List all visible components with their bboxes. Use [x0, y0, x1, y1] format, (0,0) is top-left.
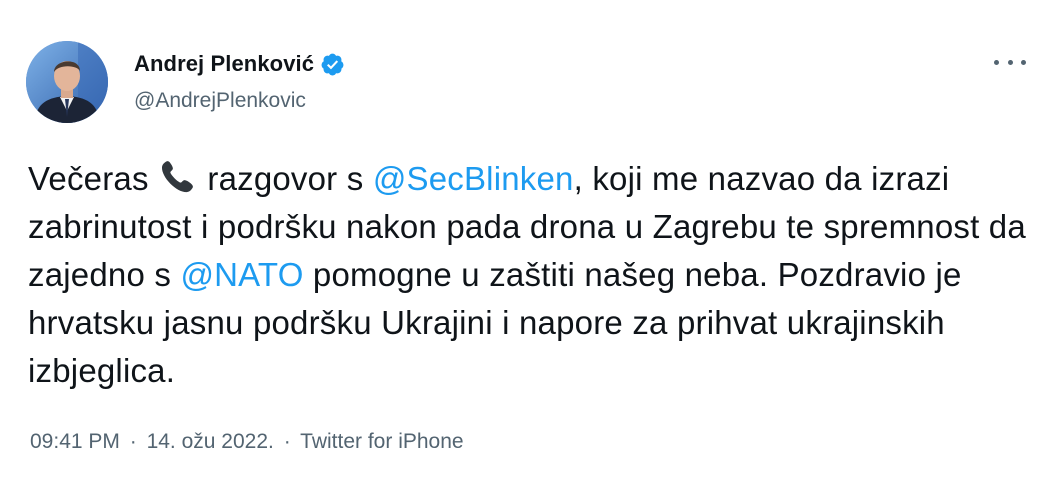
- tweet-text: Večeras razgovor s @SecBlinken, koji me …: [28, 155, 1038, 395]
- tweet-card: Andrej Plenković @AndrejPlenkovic Večera…: [0, 0, 1064, 500]
- profile-photo-icon: [26, 41, 108, 123]
- author-handle[interactable]: @AndrejPlenkovic: [134, 89, 345, 113]
- author-name-row: Andrej Plenković: [134, 48, 345, 80]
- tweet-text-segment: Večeras: [28, 160, 159, 197]
- author-block: Andrej Plenković @AndrejPlenkovic: [134, 48, 345, 113]
- tweet-date[interactable]: 14. ožu 2022.: [147, 430, 274, 453]
- verified-badge-icon: [320, 52, 345, 77]
- mention-link[interactable]: @SecBlinken: [373, 160, 574, 197]
- meta-separator: ·: [129, 430, 137, 453]
- avatar[interactable]: [26, 41, 108, 123]
- tweet-source[interactable]: Twitter for iPhone: [300, 430, 463, 453]
- author-name[interactable]: Andrej Plenković: [134, 51, 314, 77]
- more-dot-icon: [994, 59, 999, 65]
- tweet-time[interactable]: 09:41 PM: [30, 430, 120, 453]
- tweet-text-segment: razgovor s: [198, 160, 373, 197]
- mention-link[interactable]: @NATO: [180, 256, 303, 293]
- telephone-receiver-icon: [160, 159, 196, 195]
- more-dot-icon: [1007, 59, 1013, 65]
- more-options-button[interactable]: [994, 50, 1026, 74]
- more-dot-icon: [1021, 59, 1026, 65]
- meta-separator: ·: [283, 430, 291, 453]
- tweet-meta: 09:41 PM · 14. ožu 2022. · Twitter for i…: [30, 430, 464, 454]
